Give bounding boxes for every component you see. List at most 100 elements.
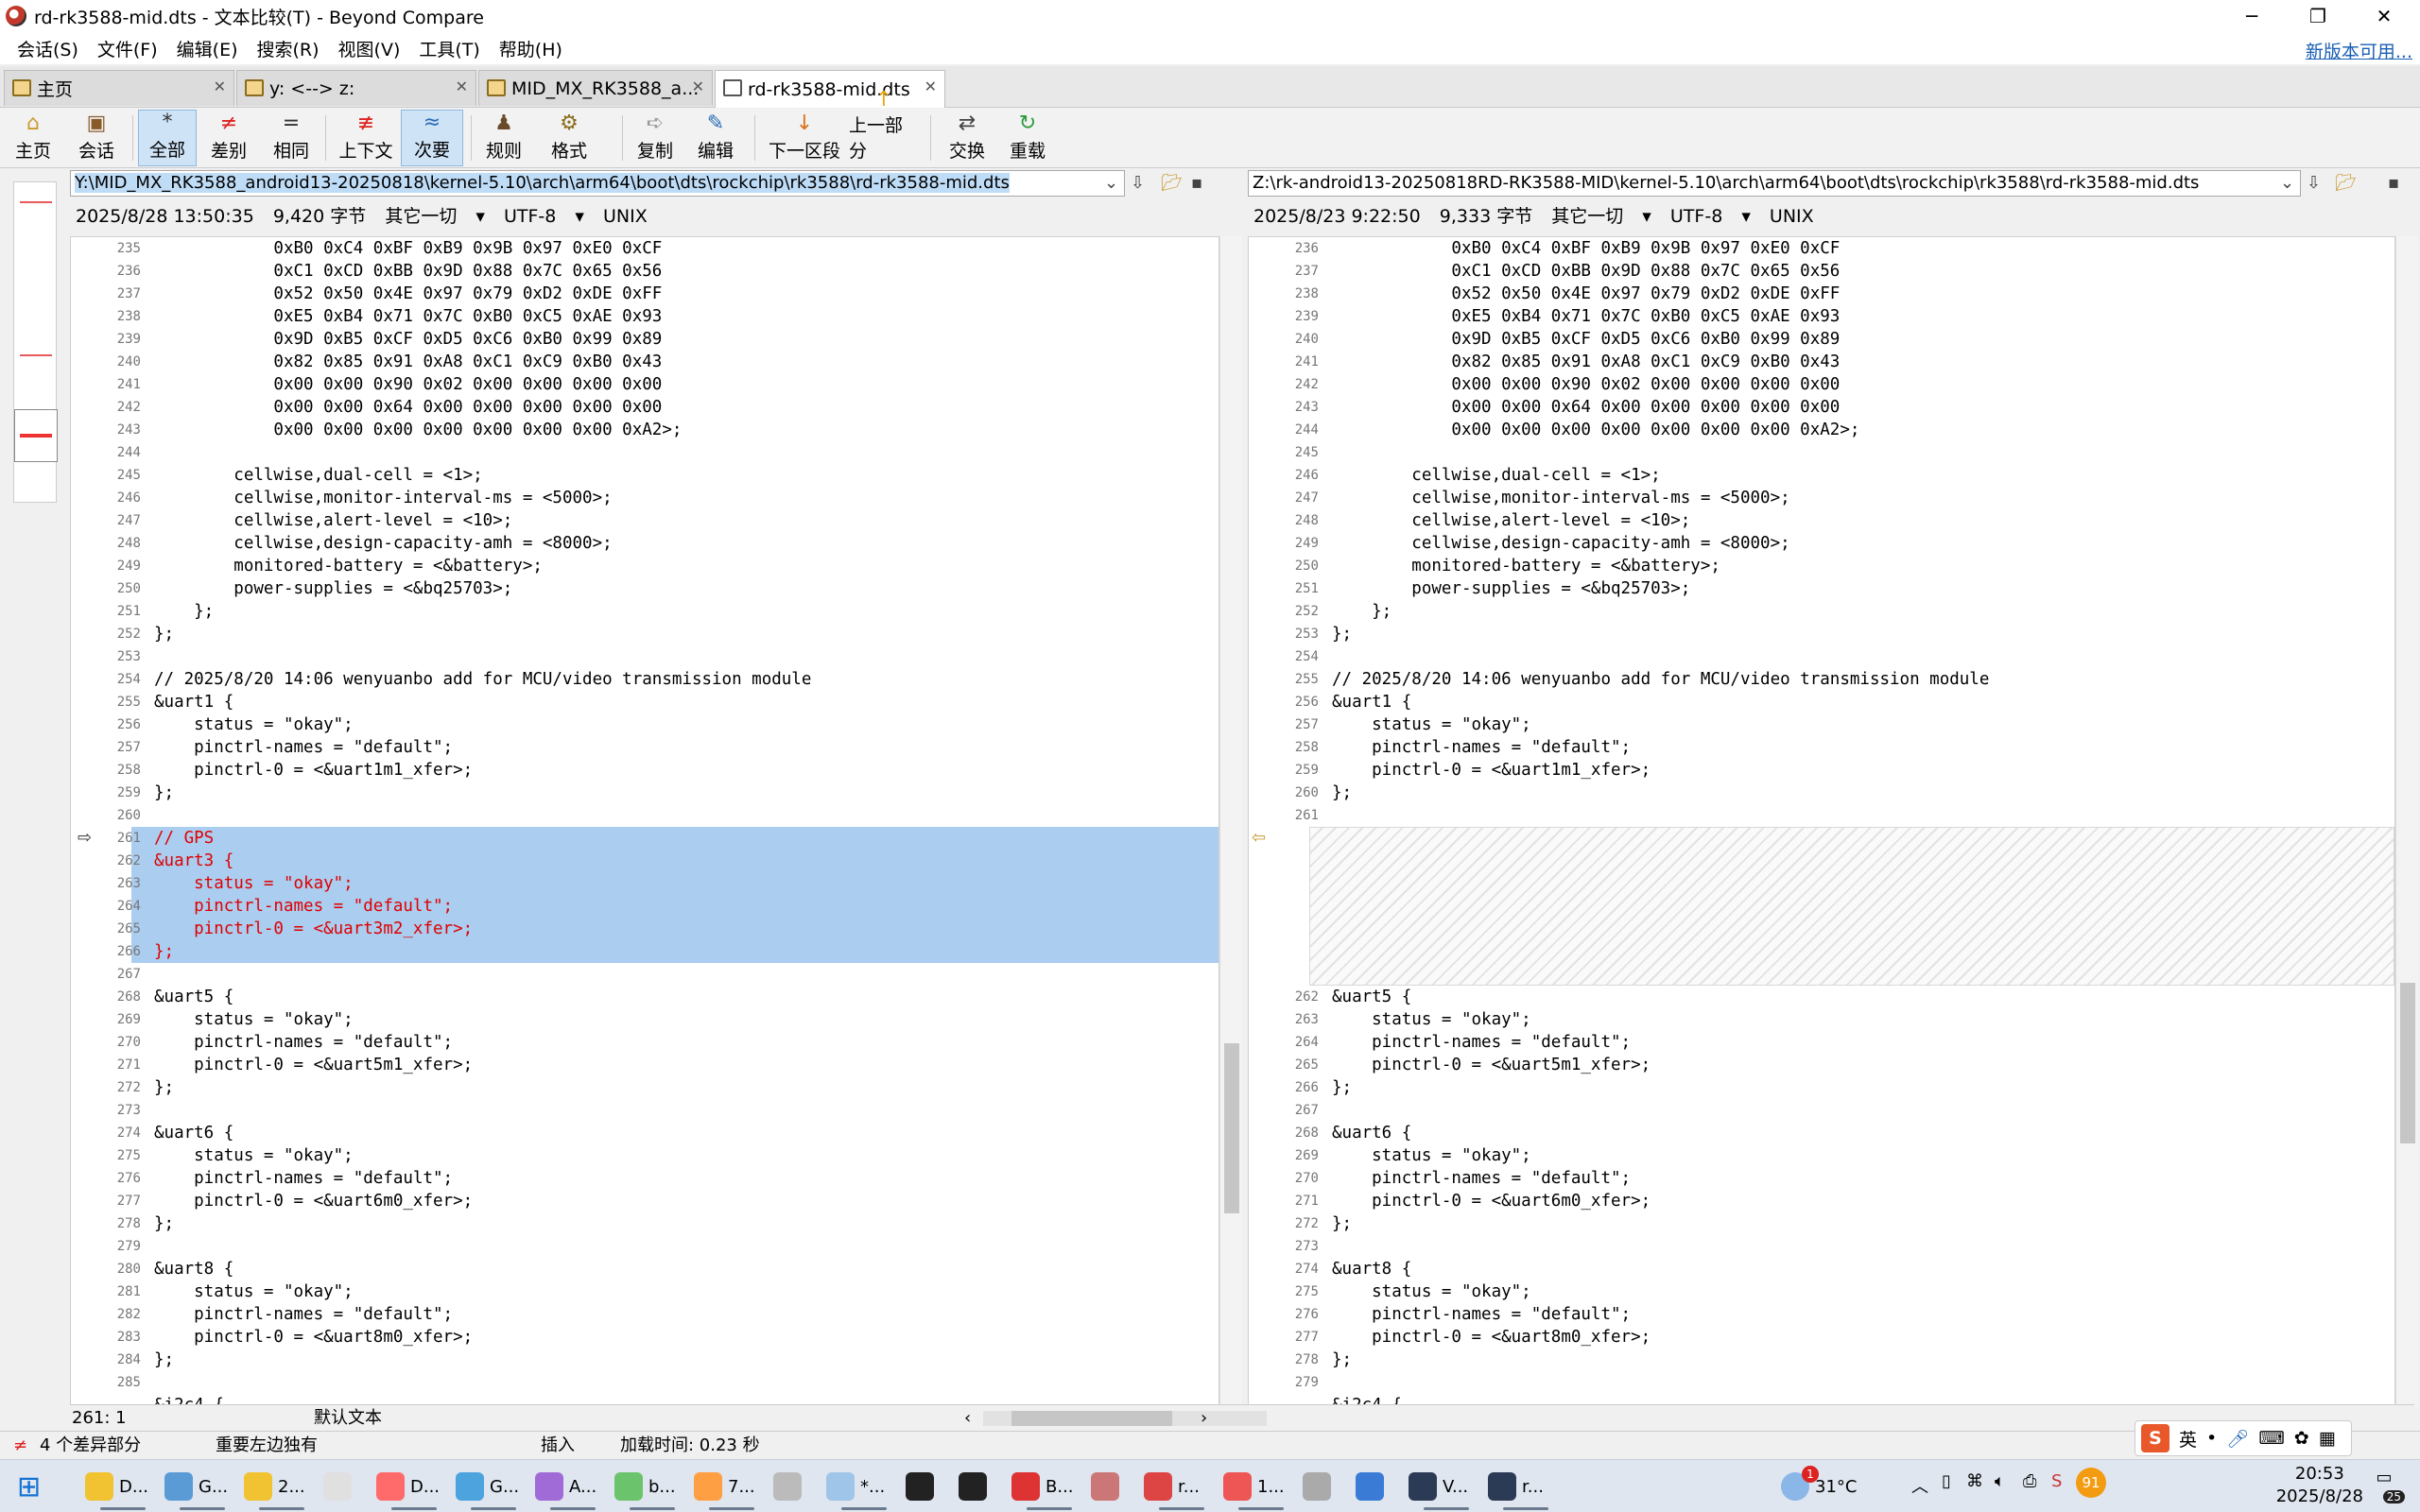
code-line[interactable]: 272}; (1249, 1212, 2394, 1235)
context-button[interactable]: ≢ 上下文 (333, 110, 399, 166)
code-line[interactable] (1249, 940, 2394, 963)
diff-overview-map[interactable] (13, 181, 58, 503)
code-line[interactable]: 253}; (1249, 623, 2394, 645)
code-line[interactable]: 244 0x00 0x00 0x00 0x00 0x00 0x00 0x00 0… (1249, 419, 2394, 441)
code-line[interactable]: 276 pinctrl-names = "default"; (1249, 1303, 2394, 1326)
menu-session[interactable]: 会话(S) (8, 36, 88, 61)
code-line[interactable]: 274 &uart6 { (71, 1122, 1219, 1144)
horizontal-scrollbar[interactable] (983, 1411, 1267, 1426)
code-line[interactable]: 256 &uart1 { (1249, 691, 2394, 713)
code-line[interactable]: 258 pinctrl-names = "default"; (1249, 736, 2394, 759)
taskbar-app-button[interactable]: B... (1011, 1466, 1087, 1510)
save-icon[interactable]: ▪ (1191, 170, 1202, 197)
code-line[interactable]: 245 (1249, 441, 2394, 464)
history-icon[interactable]: ⇩ (2307, 170, 2321, 197)
sogou-logo-icon[interactable]: S (2141, 1424, 2169, 1452)
code-line[interactable]: 277 pinctrl-0 = <&uart8m0_xfer>; (1249, 1326, 2394, 1349)
code-line[interactable]: 245 cellwise,dual-cell = <1>; (71, 464, 1219, 487)
tab-folder-compare[interactable]: y: <--> z: ✕ (236, 70, 476, 106)
volume-icon[interactable]: 🔈︎ (1995, 1471, 2005, 1491)
code-line[interactable]: 259}; (71, 782, 1219, 804)
scrollbar-thumb[interactable] (1224, 1043, 1239, 1213)
swap-button[interactable]: ⇄ 交换 (942, 110, 993, 166)
code-line[interactable] (1249, 963, 2394, 986)
code-line[interactable]: 242 0x00 0x00 0x90 0x02 0x00 0x00 0x00 0… (1249, 373, 2394, 396)
taskbar-app-button[interactable]: b... (614, 1466, 690, 1510)
code-line[interactable]: 263 status = "okay"; (1249, 1008, 2394, 1031)
code-line[interactable]: 247 cellwise,alert-level = <10>; (71, 509, 1219, 532)
code-line[interactable]: 244 (71, 441, 1219, 464)
code-line[interactable]: 264 pinctrl-names = "default"; (1249, 1031, 2394, 1054)
taskbar-app-button[interactable] (1356, 1466, 1405, 1507)
menu-tools[interactable]: 工具(T) (409, 36, 489, 61)
tab-home[interactable]: 主页 ✕ (4, 70, 234, 106)
code-line[interactable]: 255 &uart1 { (71, 691, 1219, 713)
code-line[interactable]: 266}; (1249, 1076, 2394, 1099)
code-line[interactable]: 246 cellwise,monitor-interval-ms = <5000… (71, 487, 1219, 509)
save-icon[interactable]: ▪ (2388, 170, 2399, 197)
taskbar-app-button[interactable] (773, 1466, 822, 1507)
edit-button[interactable]: ✎ 编辑 (690, 110, 741, 166)
code-line[interactable] (1249, 895, 2394, 918)
code-line[interactable]: 239 0xE5 0xB4 0x71 0x7C 0xB0 0xC5 0xAE 0… (1249, 305, 2394, 328)
code-line[interactable]: 241 0x00 0x00 0x90 0x02 0x00 0x00 0x00 0… (71, 373, 1219, 396)
code-line[interactable]: 266}; (71, 940, 1219, 963)
printer-icon[interactable]: ⎙ (2023, 1471, 2036, 1491)
code-line[interactable]: 271 pinctrl-0 = <&uart6m0_xfer>; (1249, 1190, 2394, 1212)
code-line[interactable]: 256 status = "okay"; (71, 713, 1219, 736)
network-icon[interactable]: ⌘ (1966, 1471, 1983, 1491)
security-badge[interactable]: 91 (2076, 1468, 2106, 1498)
code-line[interactable]: 249 monitored-battery = <&battery>; (71, 555, 1219, 577)
taskbar-app-button[interactable]: G... (456, 1466, 531, 1510)
taskbar-app-button[interactable]: 1... (1223, 1466, 1299, 1510)
next-section-button[interactable]: ↓ 下一区段 (762, 110, 847, 166)
close-icon[interactable]: ✕ (925, 77, 937, 95)
maximize-button[interactable]: ❐ (2286, 0, 2350, 32)
left-encoding-dropdown[interactable]: UTF-8 ▾ (504, 206, 584, 227)
scroll-left-icon[interactable]: ‹ (964, 1405, 971, 1432)
code-line[interactable]: 251 }; (71, 600, 1219, 623)
code-line[interactable]: 273 (71, 1099, 1219, 1122)
code-line[interactable]: 242 0x00 0x00 0x64 0x00 0x00 0x00 0x00 0… (71, 396, 1219, 419)
code-line[interactable]: 243 0x00 0x00 0x00 0x00 0x00 0x00 0x00 0… (71, 419, 1219, 441)
code-line[interactable]: 269 status = "okay"; (1249, 1144, 2394, 1167)
code-line[interactable]: 236 0xB0 0xC4 0xBF 0xB9 0x9B 0x97 0xE0 0… (1249, 237, 2394, 260)
code-line[interactable]: 270 pinctrl-names = "default"; (71, 1031, 1219, 1054)
code-line[interactable]: 274 &uart8 { (1249, 1258, 2394, 1280)
code-line[interactable]: 257 status = "okay"; (1249, 713, 2394, 736)
history-icon[interactable]: ⇩ (1131, 170, 1145, 197)
code-line[interactable]: 248 cellwise,design-capacity-amh = <8000… (71, 532, 1219, 555)
close-button[interactable]: ✕ (2352, 0, 2416, 32)
left-misc-dropdown[interactable]: 其它一切 ▾ (385, 206, 485, 227)
code-line[interactable]: 260}; (1249, 782, 2394, 804)
code-line[interactable]: 263 status = "okay"; (71, 872, 1219, 895)
code-line[interactable]: 271 pinctrl-0 = <&uart5m1_xfer>; (71, 1054, 1219, 1076)
code-line[interactable]: 259 pinctrl-0 = <&uart1m1_xfer>; (1249, 759, 2394, 782)
taskbar-app-button[interactable]: V... (1409, 1466, 1484, 1510)
code-line[interactable]: 284}; (71, 1349, 1219, 1371)
right-vertical-scrollbar[interactable] (2395, 236, 2418, 1406)
code-line[interactable] (1249, 827, 2394, 850)
code-line[interactable]: 273 (1249, 1235, 2394, 1258)
code-line[interactable]: 281 status = "okay"; (71, 1280, 1219, 1303)
code-line[interactable]: 270 pinctrl-names = "default"; (1249, 1167, 2394, 1190)
open-folder-icon[interactable]: 📂︎ (1161, 170, 1183, 197)
code-line[interactable]: 278}; (71, 1212, 1219, 1235)
close-icon[interactable]: ✕ (214, 77, 226, 95)
code-line[interactable]: 243 0x00 0x00 0x64 0x00 0x00 0x00 0x00 0… (1249, 396, 2394, 419)
code-line[interactable]: 241 0x82 0x85 0x91 0xA8 0xC1 0xC9 0xB0 0… (1249, 351, 2394, 373)
code-line[interactable]: 257 pinctrl-names = "default"; (71, 736, 1219, 759)
code-line[interactable]: 276 pinctrl-names = "default"; (71, 1167, 1219, 1190)
chevron-down-icon[interactable]: ⌄ (1104, 170, 1118, 197)
show-same-button[interactable]: = 相同 (265, 110, 318, 166)
ime-language[interactable]: 英 (2179, 1426, 2197, 1452)
scrollbar-thumb[interactable] (2400, 983, 2415, 1143)
code-line[interactable]: 279 (71, 1235, 1219, 1258)
system-clock[interactable]: 20:53 2025/8/28 (2276, 1463, 2363, 1508)
menu-view[interactable]: 视图(V) (329, 36, 410, 61)
weather-widget[interactable]: 1 31°C (1781, 1466, 1857, 1507)
code-line[interactable]: 239 0x9D 0xB5 0xCF 0xD5 0xC6 0xB0 0x99 0… (71, 328, 1219, 351)
code-line[interactable]: 248 cellwise,alert-level = <10>; (1249, 509, 2394, 532)
new-version-link[interactable]: 新版本可用... (2306, 38, 2412, 63)
code-line[interactable]: 275 status = "okay"; (1249, 1280, 2394, 1303)
